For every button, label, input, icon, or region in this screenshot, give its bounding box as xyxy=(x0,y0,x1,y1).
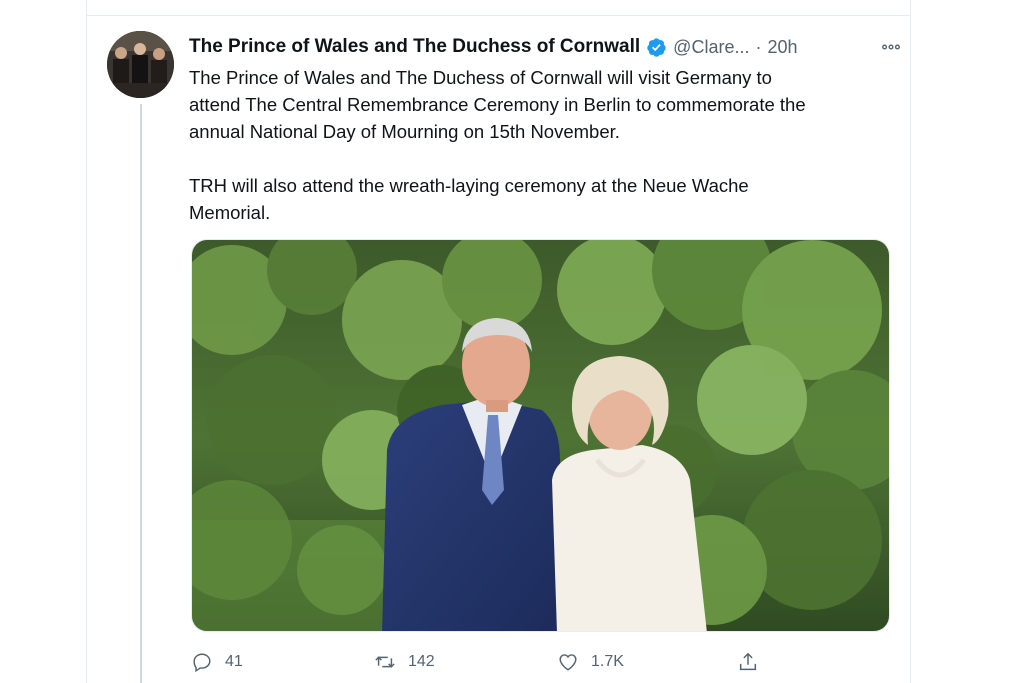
like-button[interactable]: 1.7K xyxy=(557,647,624,677)
tweet-text-line: Memorial. xyxy=(189,202,271,223)
heart-icon xyxy=(557,651,579,673)
tweet-text: The Prince of Wales and The Duchess of C… xyxy=(189,64,889,226)
separator-dot: · xyxy=(755,36,762,57)
previous-tweet-divider xyxy=(87,15,910,16)
share-button[interactable] xyxy=(737,647,759,677)
retweet-icon xyxy=(374,651,396,673)
tweet-text-line: annual National Day of Mourning on 15th … xyxy=(189,121,620,142)
tweet-text-line: The Prince of Wales and The Duchess of C… xyxy=(189,67,772,88)
tweet-text-line: TRH will also attend the wreath-laying c… xyxy=(189,175,749,196)
author-name[interactable]: The Prince of Wales and The Duchess of C… xyxy=(189,36,640,58)
retweet-count: 142 xyxy=(408,653,435,670)
tweet-actions: 41 142 1.7K xyxy=(191,647,791,677)
more-options-icon[interactable] xyxy=(878,34,904,60)
avatar[interactable] xyxy=(107,31,174,98)
tweet-photo[interactable] xyxy=(191,239,890,632)
verified-badge-icon xyxy=(646,37,667,58)
retweet-button[interactable]: 142 xyxy=(374,647,435,677)
author-handle[interactable]: @Clare... xyxy=(673,37,749,58)
tweet-card: The Prince of Wales and The Duchess of C… xyxy=(86,0,911,683)
reply-icon xyxy=(191,651,213,673)
reply-count: 41 xyxy=(225,653,243,670)
tweet-text-line: attend The Central Remembrance Ceremony … xyxy=(189,94,806,115)
thread-line xyxy=(140,104,142,683)
reply-button[interactable]: 41 xyxy=(191,647,243,677)
tweet-timestamp[interactable]: 20h xyxy=(767,37,797,58)
share-icon xyxy=(737,651,759,673)
like-count: 1.7K xyxy=(591,653,624,670)
tweet-header: The Prince of Wales and The Duchess of C… xyxy=(189,34,904,60)
